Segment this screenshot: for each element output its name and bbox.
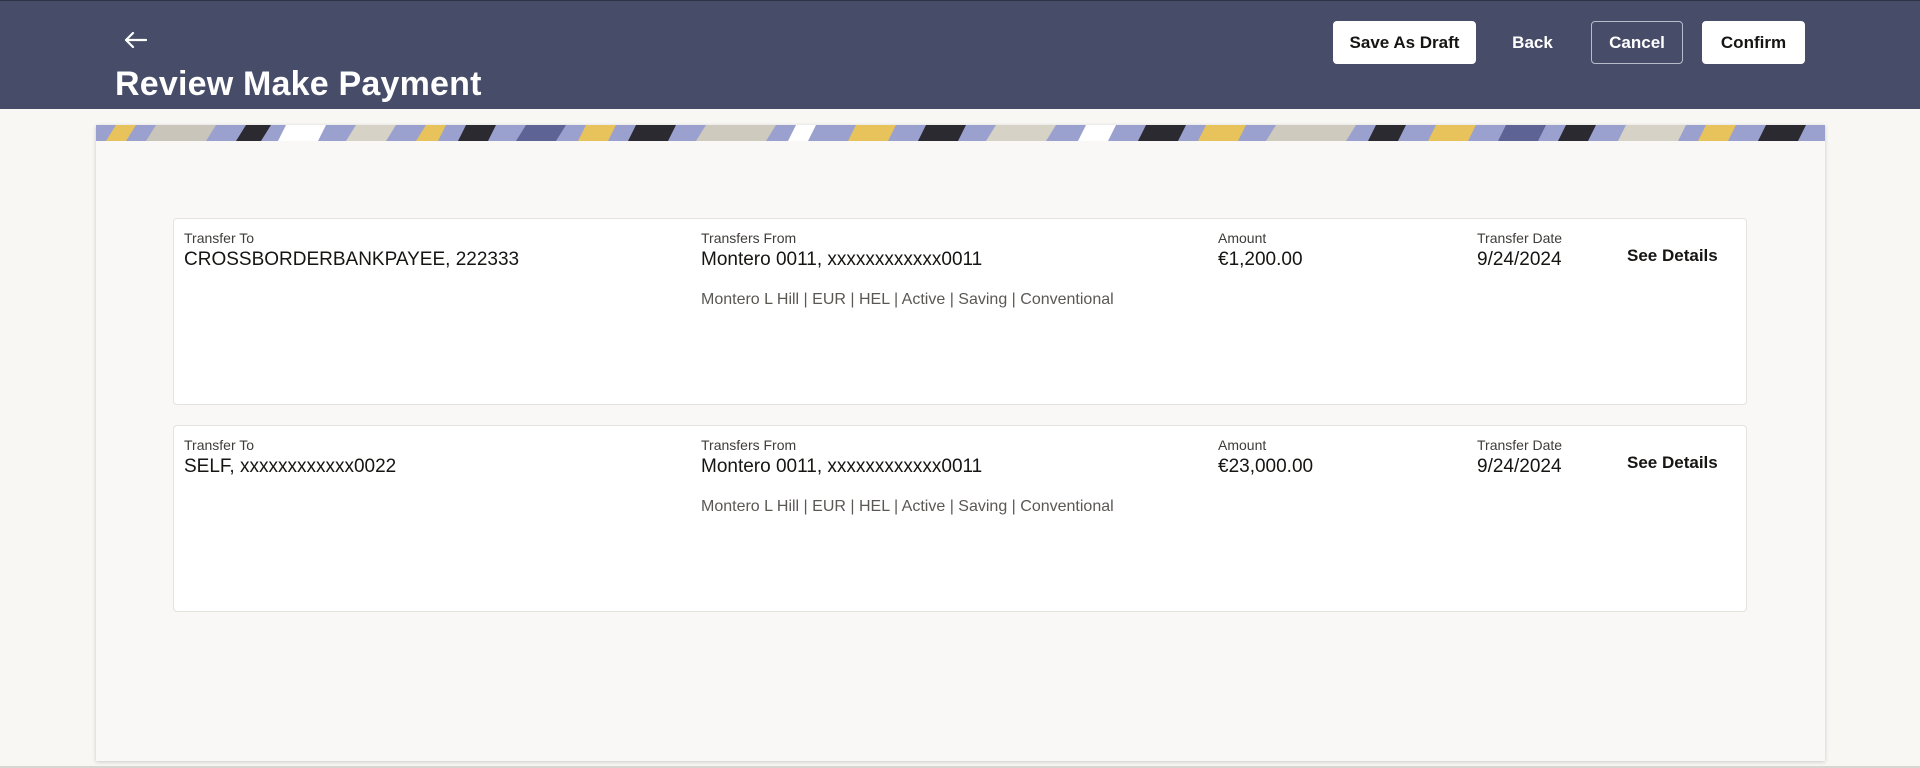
transfer-from-value: Montero 0011, xxxxxxxxxxxx0011 bbox=[701, 456, 983, 477]
see-details-link[interactable]: See Details bbox=[1627, 453, 1718, 473]
transfer-from-value: Montero 0011, xxxxxxxxxxxx0011 bbox=[701, 249, 983, 270]
amount-value: €23,000.00 bbox=[1218, 456, 1314, 477]
amount-value: €1,200.00 bbox=[1218, 249, 1303, 270]
page-header: Review Make Payment Save As Draft Back C… bbox=[0, 0, 1920, 109]
account-info: Montero L Hill | EUR | HEL | Active | Sa… bbox=[701, 498, 1114, 515]
transfer-from-field: Transfers From Montero 0011, xxxxxxxxxxx… bbox=[701, 437, 982, 478]
transfer-to-label: Transfer To bbox=[184, 230, 255, 246]
transfer-date-value: 9/24/2024 bbox=[1477, 249, 1562, 270]
page-title: Review Make Payment bbox=[115, 65, 482, 103]
decorative-banner bbox=[96, 125, 1825, 141]
see-details-link[interactable]: See Details bbox=[1627, 246, 1718, 266]
transfer-date-label: Transfer Date bbox=[1477, 437, 1563, 453]
transfer-to-field: Transfer To SELF, xxxxxxxxxxxx0022 bbox=[184, 437, 396, 478]
transfer-to-field: Transfer To CROSSBORDERBANKPAYEE, 222333 bbox=[184, 230, 519, 271]
back-button[interactable]: Back bbox=[1495, 21, 1570, 64]
transaction-card: Transfer To CROSSBORDERBANKPAYEE, 222333… bbox=[173, 218, 1747, 405]
transfer-to-value: SELF, xxxxxxxxxxxx0022 bbox=[184, 456, 397, 477]
amount-label: Amount bbox=[1218, 230, 1267, 246]
confirm-button[interactable]: Confirm bbox=[1702, 21, 1805, 64]
cancel-button[interactable]: Cancel bbox=[1591, 21, 1683, 64]
arrow-left-icon[interactable] bbox=[123, 29, 149, 55]
amount-label: Amount bbox=[1218, 437, 1267, 453]
transfer-from-field: Transfers From Montero 0011, xxxxxxxxxxx… bbox=[701, 230, 982, 271]
amount-field: Amount €1,200.00 bbox=[1218, 230, 1303, 271]
account-info: Montero L Hill | EUR | HEL | Active | Sa… bbox=[701, 291, 1114, 308]
transfer-to-label: Transfer To bbox=[184, 437, 255, 453]
transfer-date-field: Transfer Date 9/24/2024 bbox=[1477, 230, 1562, 271]
transfer-to-value: CROSSBORDERBANKPAYEE, 222333 bbox=[184, 249, 520, 270]
transfer-date-value: 9/24/2024 bbox=[1477, 456, 1562, 477]
transfer-date-label: Transfer Date bbox=[1477, 230, 1563, 246]
transfer-from-label: Transfers From bbox=[701, 437, 797, 453]
amount-field: Amount €23,000.00 bbox=[1218, 437, 1313, 478]
transfer-date-field: Transfer Date 9/24/2024 bbox=[1477, 437, 1562, 478]
transaction-card: Transfer To SELF, xxxxxxxxxxxx0022 Trans… bbox=[173, 425, 1747, 612]
transfer-from-label: Transfers From bbox=[701, 230, 797, 246]
save-as-draft-button[interactable]: Save As Draft bbox=[1333, 21, 1476, 64]
